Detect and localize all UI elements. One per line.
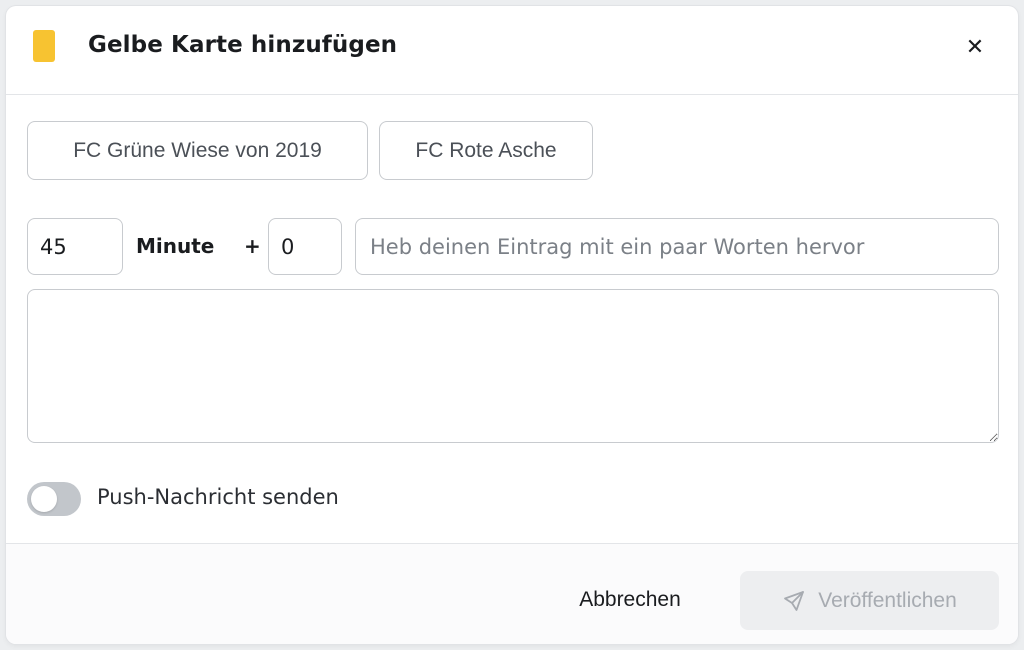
yellow-card-icon	[33, 30, 55, 62]
minute-input[interactable]	[27, 218, 123, 275]
push-notification-label: Push-Nachricht senden	[97, 485, 339, 509]
cancel-button[interactable]: Abbrechen	[551, 577, 709, 623]
headline-input[interactable]	[355, 218, 999, 275]
close-icon[interactable]: ✕	[958, 30, 992, 64]
dialog-title: Gelbe Karte hinzufügen	[88, 32, 398, 58]
add-yellow-card-dialog: Gelbe Karte hinzufügen ✕ FC Grüne Wiese …	[6, 6, 1018, 644]
publish-label: Veröffentlichen	[818, 588, 957, 612]
entry-text-area[interactable]	[27, 289, 999, 443]
dialog-header: Gelbe Karte hinzufügen ✕	[6, 6, 1018, 95]
send-icon	[784, 590, 805, 611]
publish-button[interactable]: Veröffentlichen	[740, 571, 999, 630]
plus-label: +	[244, 234, 261, 258]
team-button-home[interactable]: FC Grüne Wiese von 2019	[27, 121, 368, 180]
extra-time-input[interactable]	[268, 218, 342, 275]
dialog-footer: Abbrechen Veröffentlichen	[6, 543, 1018, 644]
team-button-away[interactable]: FC Rote Asche	[379, 121, 593, 180]
minute-label: Minute	[136, 234, 215, 258]
push-notification-toggle[interactable]	[27, 482, 81, 516]
toggle-knob	[31, 486, 57, 512]
